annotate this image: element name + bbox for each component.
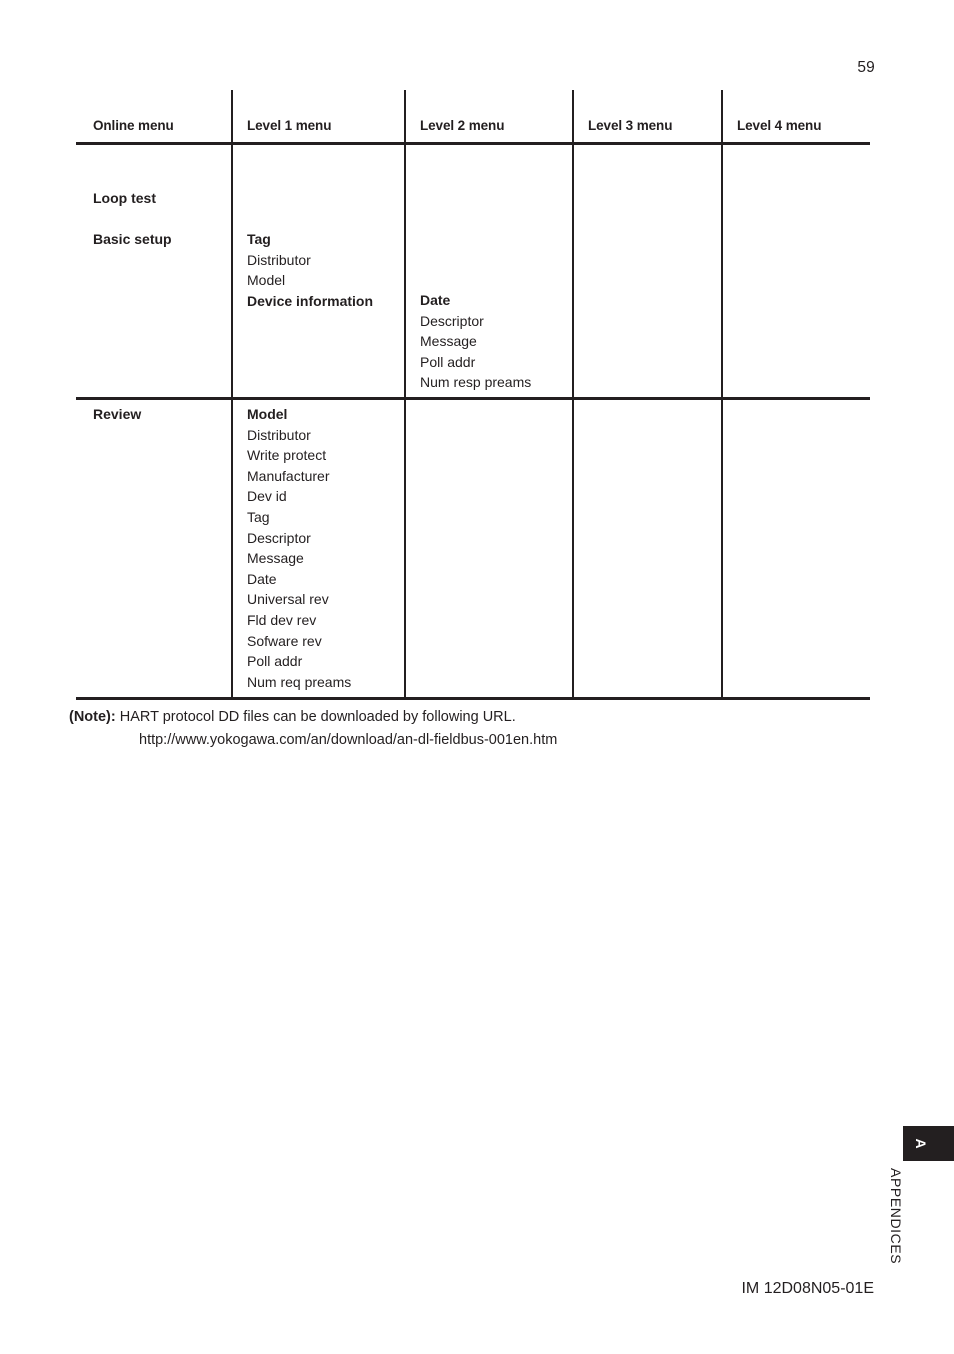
menu-item: Distributor: [247, 426, 311, 443]
cell-level-2-menu-section-1: Date Descriptor Message Poll addr Num resp p…: [420, 290, 531, 393]
note-first-line: (Note): HART protocol DD files can be do…: [69, 706, 889, 729]
appendix-tab-letter: A: [913, 1138, 929, 1149]
column-header-online-menu: Online menu: [93, 118, 174, 133]
column-divider-3: [572, 90, 574, 700]
cell-level-1-menu-section-2: Model Distributor Write protect Manufacture…: [247, 404, 351, 692]
table-section-divider-rule: [76, 397, 870, 400]
appendix-tab-label: APPENDICES: [888, 1168, 904, 1265]
menu-structure-table: Online menu Level 1 menu Level 2 menu Le…: [76, 90, 870, 700]
menu-item: Distributor: [247, 251, 311, 268]
menu-item: Tag: [247, 508, 270, 525]
menu-item: Dev id: [247, 488, 287, 505]
menu-item: Model: [247, 406, 288, 422]
cell-online-menu-section-1: Loop test Basic setup: [93, 188, 172, 250]
note-label: (Note):: [69, 709, 116, 725]
menu-item: Message: [247, 550, 304, 567]
menu-item: Num req preams: [247, 673, 352, 690]
menu-item: Date: [420, 292, 451, 308]
note-url: http://www.yokogawa.com/an/download/an-d…: [139, 732, 558, 748]
menu-item: Date: [247, 570, 277, 587]
menu-item: Fld dev rev: [247, 611, 317, 628]
document-code: IM 12D08N05-01E: [741, 1280, 874, 1297]
column-header-level-2-menu: Level 2 menu: [420, 118, 505, 133]
column-header-level-3-menu: Level 3 menu: [588, 118, 673, 133]
cell-online-menu-section-2: Review: [93, 404, 141, 425]
menu-item: Tag: [247, 231, 271, 247]
column-header-level-1-menu: Level 1 menu: [247, 118, 332, 133]
menu-item: Descriptor: [420, 312, 484, 329]
note-text: HART protocol DD files can be downloaded…: [115, 709, 516, 725]
menu-item: Device information: [247, 292, 374, 309]
menu-item: Descriptor: [247, 529, 311, 546]
menu-item: Model: [247, 272, 286, 289]
menu-item: Sofware rev: [247, 632, 322, 649]
note-block: (Note): HART protocol DD files can be do…: [69, 706, 889, 752]
menu-item: Num resp preams: [420, 374, 532, 391]
table-header-rule: [76, 142, 870, 145]
column-divider-4: [721, 90, 723, 700]
table-header-row: Online menu Level 1 menu Level 2 menu Le…: [76, 90, 870, 142]
page-number: 59: [857, 59, 875, 76]
menu-item: Poll addr: [247, 653, 303, 670]
table-bottom-rule: [76, 697, 870, 700]
menu-item: Manufacturer: [247, 467, 330, 484]
menu-item: Review: [93, 406, 142, 422]
menu-item: Poll addr: [420, 353, 476, 370]
appendix-tab: A: [903, 1126, 954, 1161]
menu-item: Loop test: [93, 190, 156, 206]
cell-level-1-menu-section-1: Tag Distributor Model Device information: [247, 229, 373, 311]
column-divider-2: [404, 90, 406, 700]
column-header-level-4-menu: Level 4 menu: [737, 118, 822, 133]
menu-item: Message: [420, 333, 477, 350]
menu-item: Basic setup: [93, 231, 172, 248]
menu-item: Universal rev: [247, 591, 329, 608]
column-divider-1: [231, 90, 233, 700]
menu-item: Write protect: [247, 447, 327, 464]
